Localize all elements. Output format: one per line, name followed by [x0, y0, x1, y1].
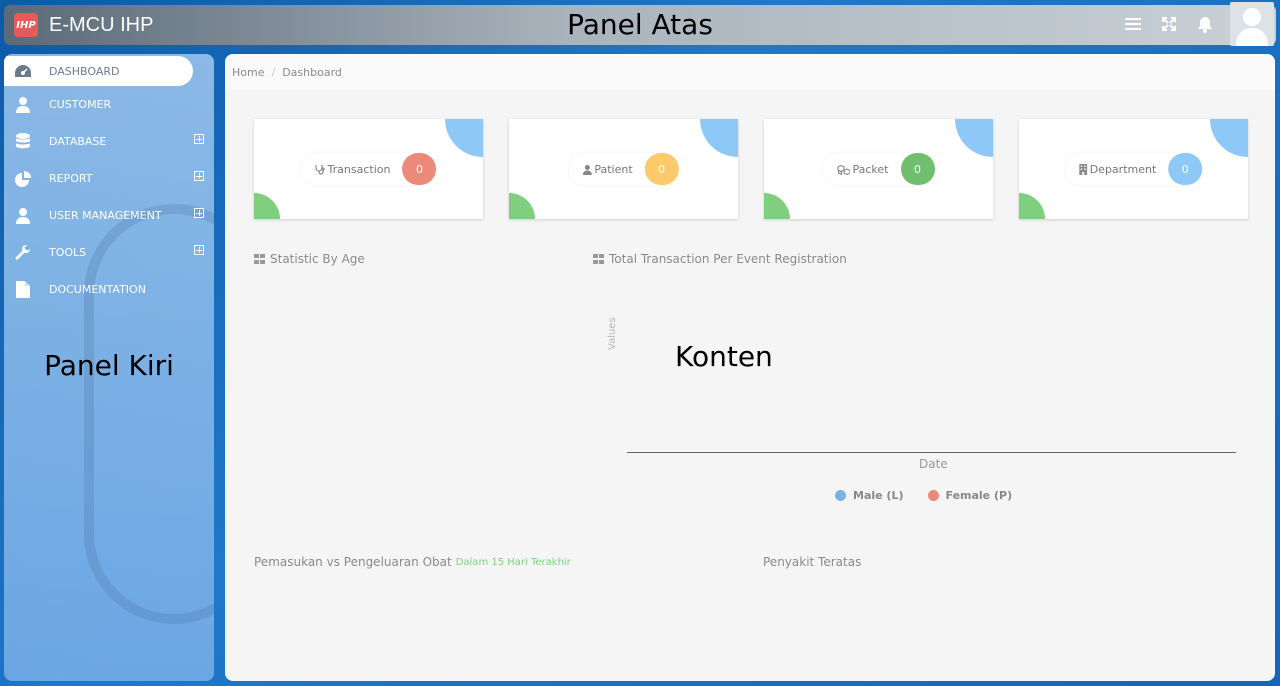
sidebar-item-label: DASHBOARD: [49, 64, 120, 78]
card-patient[interactable]: Patient 0: [509, 119, 738, 219]
menu-icon[interactable]: [1124, 15, 1142, 33]
main-content: Home / Dashboard Transaction 0 Patient 0…: [225, 54, 1275, 681]
sidebar-item-label: CUSTOMER: [49, 98, 112, 111]
dashboard-icon: [14, 62, 32, 80]
left-sidebar: DASHBOARD CUSTOMER DATABASE REPORT USER …: [4, 54, 214, 681]
app-logo: IHP: [14, 13, 38, 37]
wrench-icon: [14, 244, 32, 262]
section-title-text: Total Transaction Per Event Registration: [609, 252, 847, 266]
expand-icon[interactable]: [194, 208, 204, 218]
card-pill: Transaction 0: [300, 153, 437, 185]
top-bar: IHP E-MCU IHP Panel Atas: [4, 2, 1276, 46]
card-pill: Patient 0: [568, 153, 679, 185]
card-label: Department: [1089, 162, 1157, 176]
pie-chart-icon: [14, 170, 32, 188]
breadcrumb-separator: /: [271, 65, 276, 79]
top-diseases-title: Penyakit Teratas: [763, 555, 861, 569]
sidebar-item-customer[interactable]: CUSTOMER: [4, 86, 214, 123]
top-panel-annotation: Panel Atas: [567, 8, 713, 41]
user-icon: [14, 96, 32, 114]
file-icon: [14, 281, 32, 299]
card-decoration: [1210, 119, 1248, 157]
card-decoration: [700, 119, 738, 157]
card-decoration: [955, 119, 993, 157]
cubes-icon: [836, 160, 851, 179]
building-icon: [1078, 160, 1087, 179]
card-pill: Department 0: [1064, 153, 1203, 185]
sidebar-item-label: REPORT: [49, 172, 93, 185]
sidebar-item-documentation[interactable]: DOCUMENTATION: [4, 271, 214, 308]
card-transaction[interactable]: Transaction 0: [254, 119, 483, 219]
sidebar-item-database[interactable]: DATABASE: [4, 123, 214, 160]
card-count-badge: 0: [900, 153, 935, 185]
stethoscope-icon: [314, 160, 325, 179]
card-department[interactable]: Department 0: [1019, 119, 1248, 219]
sidebar-item-label: USER MANAGEMENT: [49, 209, 162, 222]
app-title[interactable]: E-MCU IHP: [49, 14, 153, 37]
expand-icon[interactable]: [194, 171, 204, 181]
card-pill: Packet 0: [822, 153, 935, 185]
legend-swatch: [927, 490, 939, 501]
expand-icon[interactable]: [194, 134, 204, 144]
event-registration-title: Total Transaction Per Event Registration: [593, 252, 847, 266]
user-icon: [14, 207, 32, 225]
card-label: Patient: [594, 162, 633, 176]
card-decoration: [509, 193, 535, 219]
statistic-by-age-title: Statistic By Age: [254, 252, 365, 266]
sidebar-item-label: DOCUMENTATION: [49, 283, 146, 296]
chart-x-axis-label: Date: [919, 457, 948, 471]
section-title-text: Statistic By Age: [270, 252, 365, 266]
section-title-text: Penyakit Teratas: [763, 555, 862, 569]
user-avatar[interactable]: [1230, 2, 1274, 46]
sidebar-item-label: DATABASE: [49, 135, 107, 148]
medicine-in-out-title: Pemasukan vs Pengeluaran Obat Dalam 15 H…: [254, 555, 571, 569]
user-icon: [582, 160, 592, 179]
grid-icon: [254, 254, 266, 264]
card-count-badge: 0: [402, 153, 437, 185]
legend-label: Female (P): [945, 489, 1013, 502]
summary-cards: Transaction 0 Patient 0 Packet 0 Departm…: [254, 119, 1248, 219]
content-annotation: Konten: [675, 340, 773, 373]
legend-label: Male (L): [853, 489, 904, 502]
sidebar-item-dashboard[interactable]: DASHBOARD: [4, 56, 193, 86]
expand-icon[interactable]: [194, 245, 204, 255]
card-label: Packet: [852, 162, 889, 176]
sidebar-item-label: TOOLS: [49, 246, 87, 259]
card-decoration: [445, 119, 483, 157]
grid-icon: [593, 254, 605, 264]
sidebar-item-user-management[interactable]: USER MANAGEMENT: [4, 197, 214, 234]
card-count-badge: 0: [1168, 153, 1203, 185]
card-packet[interactable]: Packet 0: [764, 119, 993, 219]
chart-legend: Male (L) Female (P): [835, 489, 1012, 502]
fullscreen-icon[interactable]: [1160, 15, 1178, 33]
card-decoration: [1019, 193, 1045, 219]
bell-icon[interactable]: [1196, 15, 1214, 33]
sidebar-item-report[interactable]: REPORT: [4, 160, 214, 197]
breadcrumb: Home / Dashboard: [225, 54, 1275, 90]
card-label: Transaction: [327, 162, 391, 176]
section-title-text: Pemasukan vs Pengeluaran Obat: [254, 555, 452, 569]
card-decoration: [254, 193, 280, 219]
card-decoration: [764, 193, 790, 219]
legend-item-female[interactable]: Female (P): [927, 489, 1013, 502]
card-count-badge: 0: [644, 153, 679, 185]
sidebar-item-tools[interactable]: TOOLS: [4, 234, 214, 271]
chart-y-axis-label: Values: [607, 317, 618, 350]
breadcrumb-home[interactable]: Home: [232, 66, 264, 79]
section-subtitle: Dalam 15 Hari Terakhir: [455, 556, 571, 568]
legend-swatch: [835, 490, 846, 501]
legend-item-male[interactable]: Male (L): [835, 489, 904, 502]
chart-x-axis-line: [627, 452, 1236, 453]
database-icon: [14, 133, 32, 151]
breadcrumb-current: Dashboard: [282, 65, 342, 79]
